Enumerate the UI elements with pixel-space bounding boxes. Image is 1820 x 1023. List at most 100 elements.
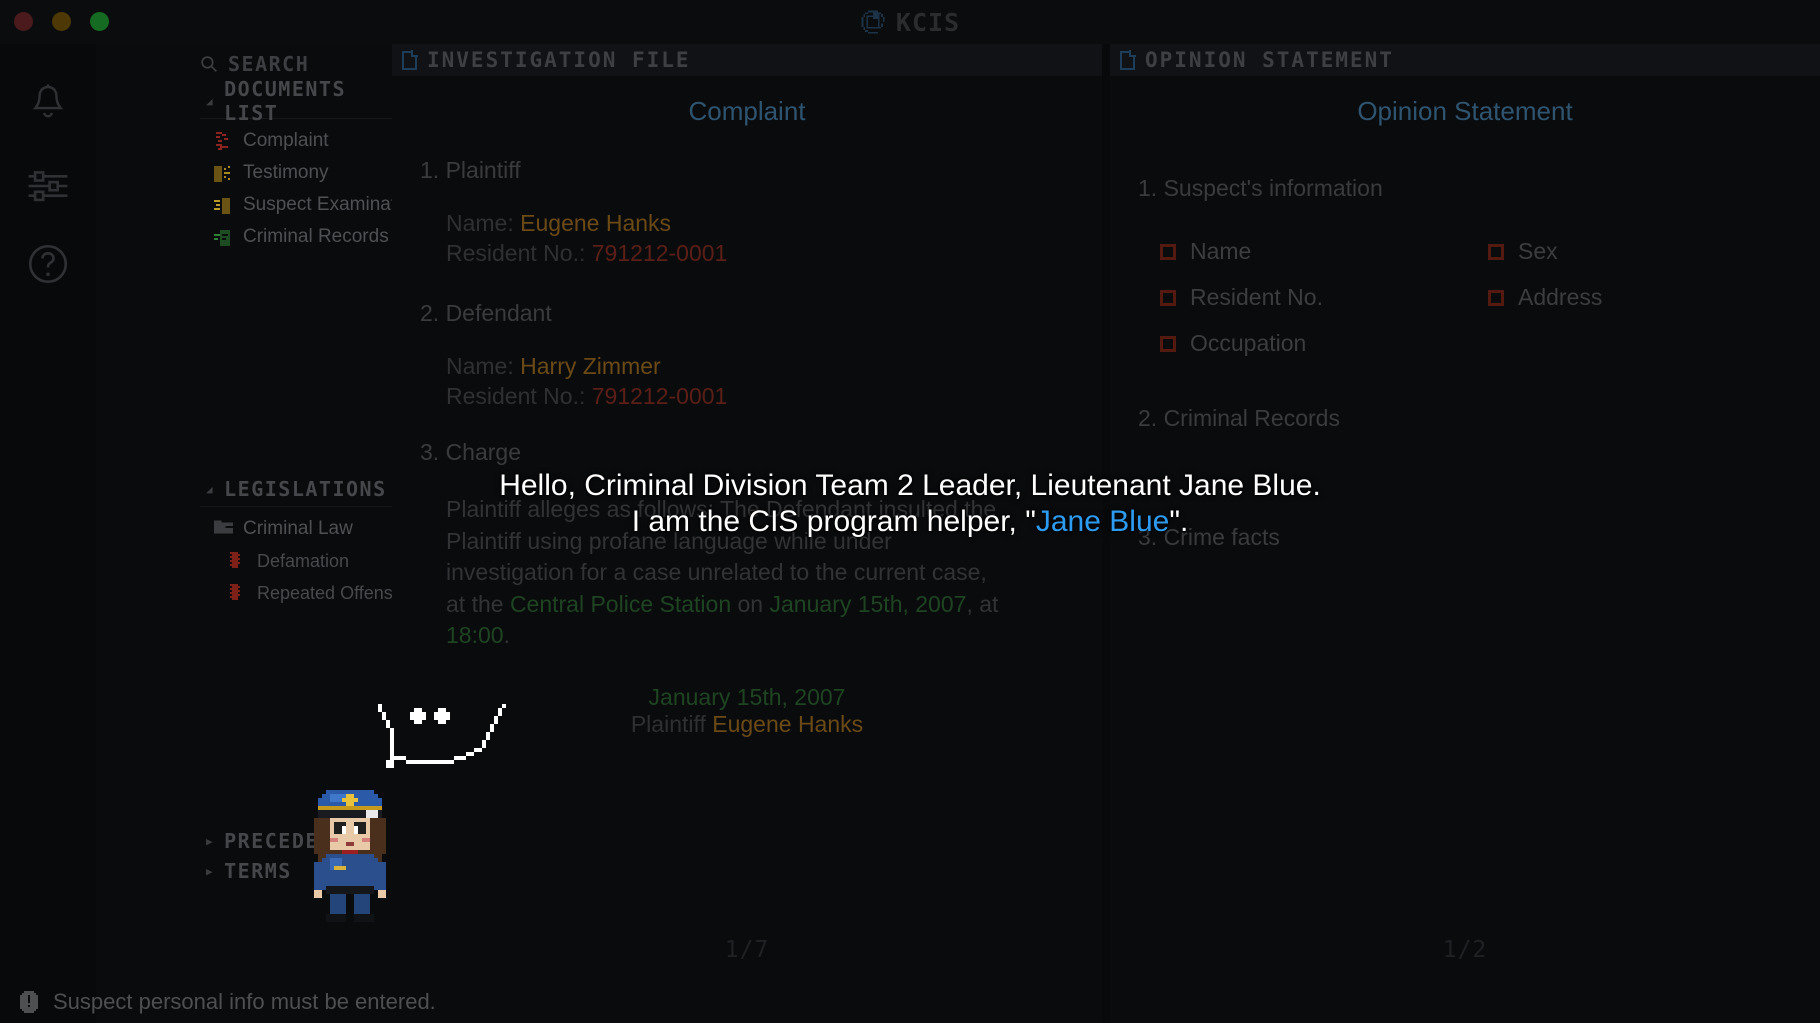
- checkbox[interactable]: [1160, 335, 1176, 352]
- checklist-label: Sex: [1518, 238, 1558, 264]
- charge-date: January 15th, 2007: [769, 590, 967, 617]
- sidebar-item-repeated-offense[interactable]: Repeated Offense: [200, 577, 403, 609]
- document-title: Opinion Statement: [1357, 96, 1573, 126]
- status-bar: Suspect personal info must be entered.: [0, 981, 1820, 1023]
- suspect-info-checklist: Name Sex Resident No. Address Occupation: [1160, 238, 1792, 357]
- triangle-expand-icon: ▶: [206, 864, 215, 878]
- checklist-item-occupation[interactable]: Occupation: [1160, 330, 1488, 357]
- sidebar-item-label: Defamation: [257, 550, 350, 571]
- checklist-label: Resident No.: [1190, 284, 1323, 310]
- sidebar-item-label: Repeated Offense: [257, 582, 403, 603]
- notifications-bell-button[interactable]: [22, 80, 74, 132]
- dialogue-line-1: Hello, Criminal Division Team 2 Leader, …: [499, 469, 1321, 502]
- field-label: Resident No.:: [446, 240, 586, 267]
- documents-list-header[interactable]: ◢ DOCUMENTS LIST: [200, 77, 392, 125]
- dialogue-line-2-pre: I am the CIS program helper, ": [631, 505, 1036, 538]
- complaint-document-body: 1. Plaintiff Name: Eugene Hanks Resident…: [392, 157, 1102, 738]
- field-value: 791212-0001: [591, 240, 728, 267]
- checklist-item-resident-no[interactable]: Resident No.: [1160, 284, 1488, 311]
- file-icon: [402, 49, 418, 70]
- documents-list-group: ◢ DOCUMENTS LIST Complaint Testimony Sus…: [200, 77, 422, 253]
- checklist-label: Name: [1190, 238, 1252, 264]
- search-icon: [200, 55, 218, 73]
- plaintiff-name-field: Name: Eugene Hanks: [446, 208, 1074, 238]
- checklist-item-address[interactable]: Address: [1488, 284, 1792, 311]
- terms-label: TERMS: [224, 859, 292, 883]
- charge-text-3: , at: [966, 590, 999, 617]
- search-row[interactable]: SEARCH: [200, 52, 309, 76]
- pane-title: OPINION STATEMENT: [1145, 48, 1394, 72]
- sliders-icon: [27, 169, 69, 208]
- law-article-icon: [228, 584, 246, 602]
- field-value: Harry Zimmer: [520, 352, 661, 379]
- refresh-circle-icon: [860, 9, 886, 35]
- app-title: KCIS: [0, 0, 1820, 44]
- charge-time: 18:00: [446, 622, 504, 649]
- charge-place: Central Police Station: [509, 590, 732, 617]
- checkbox[interactable]: [1160, 243, 1176, 260]
- settings-sliders-button[interactable]: [22, 162, 74, 214]
- help-button[interactable]: [22, 240, 74, 292]
- investigation-file-header: INVESTIGATION FILE: [392, 44, 1102, 76]
- documents-list-label: DOCUMENTS LIST: [224, 77, 346, 125]
- warning-exclamation-icon: [18, 991, 40, 1013]
- defendant-name-field: Name: Harry Zimmer: [446, 351, 1074, 381]
- dialogue-line-2-post: ".: [1169, 505, 1189, 538]
- file-icon: [1120, 49, 1136, 70]
- section-heading: 3. Charge: [420, 439, 522, 466]
- checkbox[interactable]: [1160, 289, 1176, 306]
- charge-text-4: .: [503, 622, 510, 649]
- field-value: 791212-0001: [591, 383, 728, 410]
- field-value: Eugene Hanks: [520, 210, 672, 236]
- bell-icon: [28, 83, 68, 130]
- search-label: SEARCH: [228, 52, 310, 76]
- app-window: KCIS SEARCH ◢ DOCUMENTS LIST Complaint T…: [0, 0, 1820, 1023]
- sidebar-item-suspect-examination[interactable]: Suspect Examination: [200, 189, 422, 221]
- checklist-item-name[interactable]: Name: [1160, 238, 1488, 265]
- dialogue-line-2: I am the CIS program helper, "Jane Blue"…: [0, 504, 1820, 540]
- app-title-text: KCIS: [895, 7, 961, 37]
- law-article-icon: [228, 552, 246, 570]
- dialogue-overlay[interactable]: Hello, Criminal Division Team 2 Leader, …: [0, 468, 1820, 540]
- defendant-resident-field: Resident No.: 791212-0001: [446, 381, 1074, 411]
- speech-bubble-smile: [370, 700, 518, 797]
- checklist-label: Occupation: [1190, 330, 1307, 356]
- criminal-records-doc-icon: [214, 228, 232, 246]
- sidebar-item-label: Testimony: [243, 162, 329, 183]
- section-heading: 1. Suspect's information: [1138, 175, 1383, 201]
- dialogue-speaker-name: Jane Blue: [1035, 505, 1170, 538]
- document-title: Complaint: [688, 96, 806, 126]
- signature-date: January 15th, 2007: [648, 683, 846, 710]
- checkbox[interactable]: [1488, 243, 1504, 260]
- field-label: Name:: [446, 352, 514, 379]
- signature-role: Plaintiff: [630, 710, 706, 737]
- status-message: Suspect personal info must be entered.: [53, 989, 436, 1014]
- triangle-expand-icon: ▶: [206, 834, 215, 848]
- sidebar-item-defamation[interactable]: Defamation: [200, 545, 392, 577]
- pane-title: INVESTIGATION FILE: [427, 48, 691, 72]
- page-indicator[interactable]: 1/2: [1110, 937, 1820, 963]
- sidebar-item-criminal-records[interactable]: Criminal Records: [200, 221, 392, 253]
- checklist-item-sex[interactable]: Sex: [1488, 238, 1792, 265]
- testimony-doc-icon: [214, 164, 232, 182]
- page-indicator[interactable]: 1/7: [392, 937, 1102, 963]
- suspect-exam-doc-icon: [214, 196, 232, 214]
- section-heading: 1. Plaintiff: [420, 157, 521, 183]
- signature-block: January 15th, 2007 Plaintiff Eugene Hank…: [420, 684, 1074, 738]
- plaintiff-resident-field: Resident No.: 791212-0001: [446, 238, 1074, 268]
- opinion-statement-header: OPINION STATEMENT: [1110, 44, 1820, 76]
- section-heading: 2. Criminal Records: [1138, 405, 1340, 431]
- sidebar-item-testimony[interactable]: Testimony: [200, 157, 392, 189]
- sidebar-item-label: Complaint: [243, 130, 329, 151]
- section-heading: 2. Defendant: [420, 299, 552, 326]
- charge-text-2: on: [731, 590, 770, 617]
- question-circle-icon: [27, 243, 69, 290]
- field-label: Name:: [446, 210, 514, 236]
- sidebar-item-label: Criminal Records: [243, 226, 389, 247]
- checkbox[interactable]: [1488, 289, 1504, 306]
- checklist-label: Address: [1518, 284, 1603, 310]
- signature-name: Eugene Hanks: [712, 710, 864, 737]
- sidebar-item-complaint[interactable]: Complaint: [200, 125, 392, 157]
- title-bar: KCIS: [0, 0, 1820, 44]
- police-officer-sprite: [298, 790, 402, 927]
